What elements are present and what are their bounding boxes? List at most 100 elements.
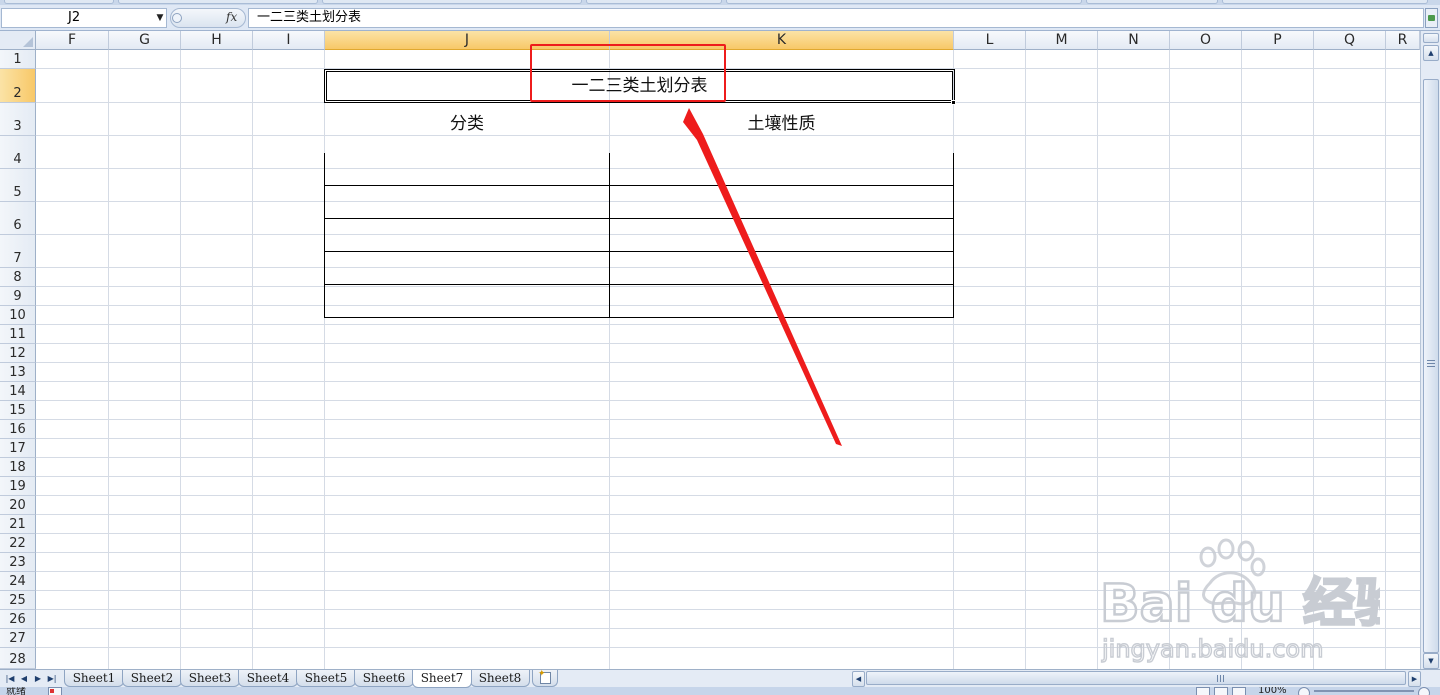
sheet-tab-sheet1[interactable]: Sheet1 [64, 670, 124, 687]
sheet-tab-sheet3[interactable]: Sheet3 [180, 670, 240, 687]
zoom-in-icon[interactable] [1418, 687, 1430, 695]
grid-line [180, 50, 181, 669]
column-header-q[interactable]: Q [1314, 31, 1386, 50]
page-layout-view-icon[interactable] [1214, 687, 1228, 695]
grid-line [36, 381, 1420, 382]
row-number: 26 [9, 612, 26, 627]
row-number: 10 [9, 308, 26, 323]
column-header-n[interactable]: N [1098, 31, 1170, 50]
horizontal-scroll-thumb[interactable] [866, 671, 1406, 685]
row-header-14[interactable]: 14 [0, 382, 36, 401]
sheet-tab-sheet7[interactable]: Sheet7 [412, 670, 472, 688]
page-break-view-icon[interactable] [1232, 687, 1246, 695]
first-sheet-icon[interactable]: |◀ [4, 672, 16, 685]
row-number: 19 [9, 479, 26, 494]
row-header-6[interactable]: 6 [0, 202, 36, 235]
column-header-m[interactable]: M [1026, 31, 1098, 50]
row-header-9[interactable]: 9 [0, 287, 36, 306]
zoom-out-icon[interactable] [1298, 687, 1310, 695]
insert-sheet-button[interactable]: ✦ [532, 670, 558, 687]
row-number: 20 [9, 498, 26, 513]
row-header-21[interactable]: 21 [0, 515, 36, 534]
vertical-scroll-thumb[interactable] [1423, 79, 1439, 653]
sheet-tab-sheet8[interactable]: Sheet8 [470, 670, 530, 687]
row-number: 8 [13, 270, 22, 285]
row-header-27[interactable]: 27 [0, 629, 36, 648]
scroll-down-icon[interactable]: ▼ [1423, 653, 1439, 669]
column-header-r[interactable]: R [1386, 31, 1420, 50]
name-box[interactable]: J2 ▼ [1, 8, 167, 28]
zoom-slider[interactable] [1314, 690, 1414, 692]
row-number: 3 [13, 119, 22, 134]
row-header-17[interactable]: 17 [0, 439, 36, 458]
next-sheet-icon[interactable]: ▶ [32, 672, 44, 685]
table-column-divider [609, 153, 610, 318]
row-number: 23 [9, 555, 26, 570]
sheet-tab-sheet5[interactable]: Sheet5 [296, 670, 356, 687]
column-header-i[interactable]: I [253, 31, 325, 50]
row-number: 21 [9, 517, 26, 532]
vertical-scrollbar[interactable]: ▲ ▼ [1420, 31, 1440, 669]
row-header-4[interactable]: 4 [0, 136, 36, 169]
row-number: 27 [9, 631, 26, 646]
formula-expand-button[interactable] [1425, 8, 1438, 28]
column-header-g[interactable]: G [109, 31, 181, 50]
column-header-o[interactable]: O [1170, 31, 1242, 50]
splitter-handle-icon[interactable] [169, 9, 183, 27]
row-header-16[interactable]: 16 [0, 420, 36, 439]
column-header-l[interactable]: L [954, 31, 1026, 50]
chevron-down-icon[interactable]: ▼ [154, 9, 166, 27]
row-header-2[interactable]: 2 [0, 69, 36, 103]
fill-handle[interactable] [951, 100, 956, 105]
row-number: 5 [13, 185, 22, 200]
zoom-level[interactable]: 100% [1258, 687, 1287, 695]
row-header-1[interactable]: 1 [0, 50, 36, 69]
row-header-5[interactable]: 5 [0, 169, 36, 202]
row-header-10[interactable]: 10 [0, 306, 36, 325]
sheet-tab-sheet2[interactable]: Sheet2 [122, 670, 182, 687]
normal-view-icon[interactable] [1196, 687, 1210, 695]
row-header-20[interactable]: 20 [0, 496, 36, 515]
row-header-11[interactable]: 11 [0, 325, 36, 344]
table-header-soil-property[interactable]: 土壤性质 [610, 108, 953, 141]
column-header-f[interactable]: F [36, 31, 109, 50]
row-number: 15 [9, 403, 26, 418]
row-header-24[interactable]: 24 [0, 572, 36, 591]
table-header-category[interactable]: 分类 [325, 108, 609, 141]
scroll-left-icon[interactable]: ◀ [852, 671, 865, 687]
row-header-23[interactable]: 23 [0, 553, 36, 572]
row-header-8[interactable]: 8 [0, 268, 36, 287]
row-header-7[interactable]: 7 [0, 235, 36, 268]
grid-line [36, 343, 1420, 344]
scroll-up-icon[interactable]: ▲ [1423, 45, 1439, 61]
column-header-h[interactable]: H [181, 31, 253, 50]
row-header-25[interactable]: 25 [0, 591, 36, 610]
formula-input[interactable]: 一二三类土划分表 [248, 8, 1424, 28]
insert-function-icon[interactable]: fx [226, 9, 244, 25]
row-number: 17 [9, 441, 26, 456]
row-header-18[interactable]: 18 [0, 458, 36, 477]
row-header-22[interactable]: 22 [0, 534, 36, 553]
horizontal-scrollbar[interactable]: ◀ ▶ [852, 671, 1421, 687]
column-header-p[interactable]: P [1242, 31, 1314, 50]
row-header-26[interactable]: 26 [0, 610, 36, 629]
row-header-19[interactable]: 19 [0, 477, 36, 496]
row-header-13[interactable]: 13 [0, 363, 36, 382]
row-header-3[interactable]: 3 [0, 103, 36, 136]
table-border-right [953, 153, 954, 318]
row-number: 9 [13, 289, 22, 304]
macro-record-icon[interactable] [48, 687, 62, 695]
last-sheet-icon[interactable]: ▶| [46, 672, 58, 685]
table-row-line [324, 317, 954, 318]
row-header-28[interactable]: 28 [0, 648, 36, 669]
sheet-tab-sheet4[interactable]: Sheet4 [238, 670, 298, 687]
sheet-tab-sheet6[interactable]: Sheet6 [354, 670, 414, 687]
row-header-15[interactable]: 15 [0, 401, 36, 420]
grid-line [36, 495, 1420, 496]
select-all-button[interactable] [0, 31, 36, 50]
row-number: 16 [9, 422, 26, 437]
row-header-12[interactable]: 12 [0, 344, 36, 363]
prev-sheet-icon[interactable]: ◀ [18, 672, 30, 685]
scroll-right-icon[interactable]: ▶ [1408, 671, 1421, 687]
split-box-icon[interactable] [1423, 33, 1439, 43]
